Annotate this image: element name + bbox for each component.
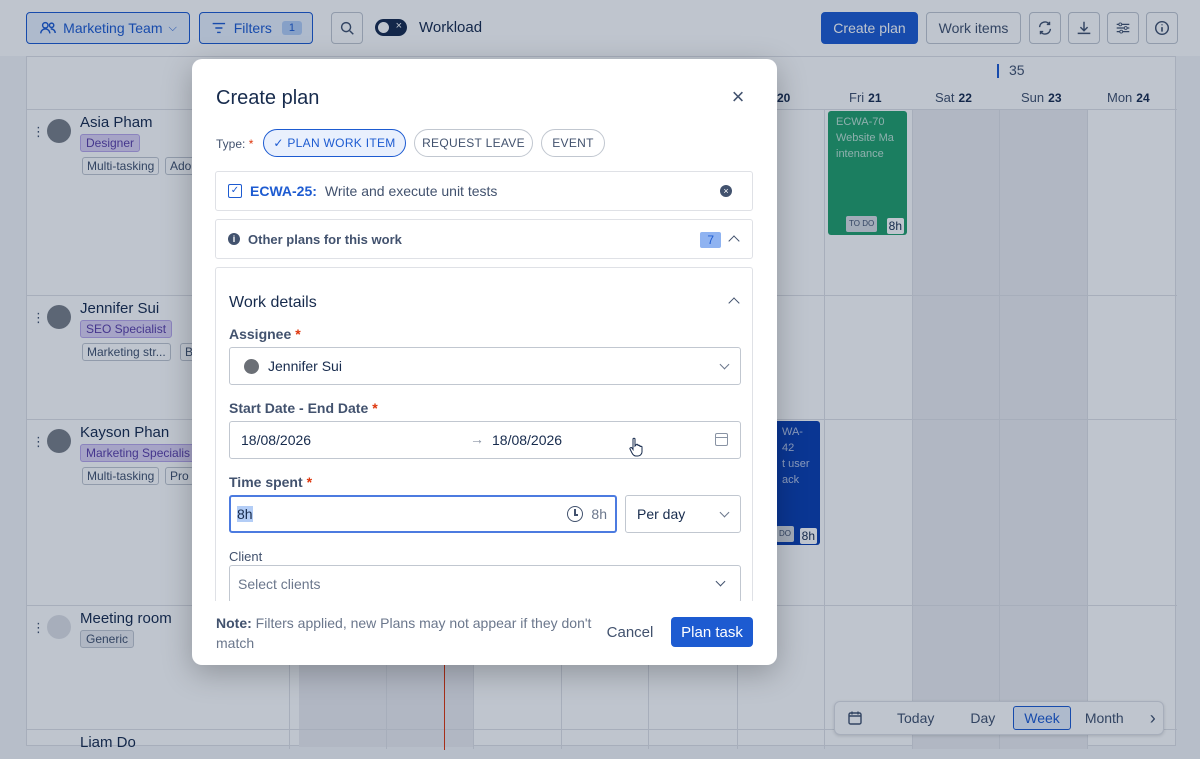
type-request-leave[interactable]: REQUEST LEAVE [414,129,533,157]
close-icon[interactable]: × [729,86,747,108]
type-event[interactable]: EVENT [541,129,605,157]
date-range-label: Start Date - End Date * [229,400,378,416]
other-plans-header[interactable]: i Other plans for this work 7 [215,219,753,259]
end-date-value[interactable]: 18/08/2026 [492,432,562,448]
client-placeholder: Select clients [238,576,321,592]
checkbox-icon: ✓ [228,184,242,198]
client-select[interactable]: Select clients [229,565,741,601]
time-estimate: 8h [591,506,607,522]
time-spent-input[interactable]: 8h 8h [229,495,617,533]
plan-task-button[interactable]: Plan task [671,617,753,647]
type-plan-work-item[interactable]: ✓ PLAN WORK ITEM [263,129,406,157]
time-spent-value[interactable]: 8h [237,506,253,522]
clear-icon[interactable]: × [720,185,732,197]
cancel-button[interactable]: Cancel [597,617,663,647]
work-details-section: Work details Assignee * Jennifer Sui Star… [215,267,753,601]
type-label: Type: * [216,137,254,151]
selected-work-item[interactable]: ✓ ECWA-25: Write and execute unit tests … [215,171,753,211]
period-value: Per day [637,506,686,522]
info-icon: i [228,233,240,245]
chevron-down-icon [719,507,730,518]
chevron-down-icon [719,359,730,370]
chevron-up-icon[interactable] [728,297,740,309]
clock-icon [567,506,583,522]
period-select[interactable]: Per day [625,495,741,533]
other-plans-label: Other plans for this work [248,231,402,247]
arrow-right-icon: → [470,431,484,447]
dialog-title: Create plan [216,87,320,109]
work-item-title: Write and execute unit tests [324,183,498,199]
chevron-up-icon[interactable] [728,235,740,247]
section-title: Work details [229,294,317,311]
client-label: Client [229,549,263,564]
chevron-down-icon [715,576,726,587]
hand-cursor-icon [629,437,643,457]
assignee-label: Assignee * [229,326,301,342]
assignee-select[interactable]: Jennifer Sui [229,347,741,385]
calendar-icon[interactable] [715,433,728,446]
filter-note: Note: Filters applied, new Plans may not… [216,615,592,651]
work-item-key: ECWA-25: [250,183,317,199]
assignee-value: Jennifer Sui [268,358,342,374]
date-range-picker[interactable]: 18/08/2026 → 18/08/2026 [229,421,741,459]
time-spent-label: Time spent * [229,474,313,490]
create-plan-dialog: Create plan × Type: * ✓ PLAN WORK ITEM R… [192,59,777,665]
other-plans-count: 7 [700,232,721,248]
start-date-value[interactable]: 18/08/2026 [241,432,311,448]
avatar [244,359,259,374]
